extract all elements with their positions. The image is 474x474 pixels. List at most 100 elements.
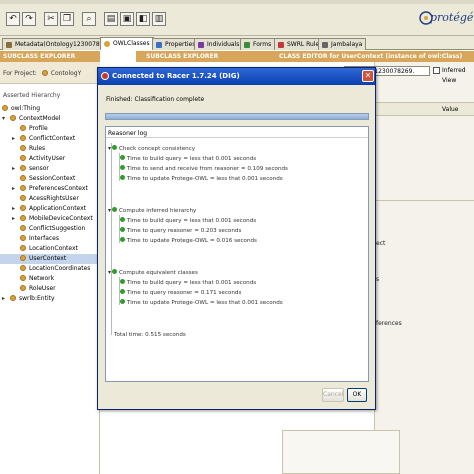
tree-node[interactable]: sensor — [20, 164, 49, 174]
tree-node[interactable]: PreferencesContext — [20, 184, 88, 194]
success-icon — [120, 175, 125, 180]
log-entry: Time to query reasoner = 0.171 seconds — [120, 288, 241, 298]
log-entry: ▾ Compute inferred hierarchy — [108, 206, 196, 216]
log-entry: Time to build query = less that 0.001 se… — [120, 154, 256, 164]
tree-node-label: Profile — [29, 125, 48, 132]
cancel-button[interactable]: Cancel — [322, 388, 344, 402]
cut-button[interactable]: ✂ — [44, 12, 58, 26]
expand-icon[interactable]: ▸ — [12, 215, 15, 222]
dialog-title-bar[interactable]: Connected to Racer 1.7.24 (DIG) ✕ — [98, 68, 375, 85]
tree-node-label: Network — [29, 275, 55, 282]
log-text: Compute inferred hierarchy — [119, 208, 197, 214]
tab-individuals[interactable]: Individuals — [194, 38, 244, 50]
class-icon — [20, 205, 26, 211]
tree-node[interactable]: owl:Thing — [2, 104, 40, 114]
tree-node-label: ContextModel — [19, 115, 61, 122]
tree-node[interactable]: Profile — [20, 124, 48, 134]
tab-owlclasses[interactable]: OWLClasses — [100, 37, 154, 50]
tree-node[interactable]: ConflictSuggestion — [20, 224, 85, 234]
tree-node-label: LocationContext — [29, 245, 78, 252]
reasoner-dialog: Connected to Racer 1.7.24 (DIG) ✕ Finish… — [97, 67, 376, 410]
tree-node[interactable]: swrlb:Entity — [10, 294, 55, 304]
expand-icon[interactable]: ▸ — [12, 135, 15, 142]
class-icon — [10, 115, 16, 121]
class-icon — [20, 245, 26, 251]
menu-strip — [0, 0, 474, 4]
tree-node-label: RoleUser — [29, 285, 56, 292]
expand-icon[interactable]: ▸ — [12, 185, 15, 192]
log-entry: Time to build query = less that 0.001 se… — [120, 216, 256, 226]
class-icon — [20, 195, 26, 201]
tree-node[interactable]: Network — [20, 274, 54, 284]
expand-icon[interactable]: ▸ — [12, 165, 15, 172]
check-consistency-button[interactable]: ◧ — [136, 12, 150, 26]
ok-button[interactable]: OK — [347, 388, 367, 402]
log-entry: Time to query reasoner = 0.203 seconds — [120, 226, 241, 236]
tree-node-label: MobileDeviceContext — [29, 215, 93, 222]
inferred-view-label: Inferred View — [442, 67, 466, 84]
racer-icon — [101, 72, 109, 80]
collapse-icon[interactable]: ▾ — [2, 115, 5, 122]
tree-node[interactable]: LocationContext — [20, 244, 78, 254]
success-icon — [120, 227, 125, 232]
tree-node[interactable]: SessionContext — [20, 174, 75, 184]
reasoner-button[interactable]: ▤ — [104, 12, 118, 26]
dialog-title: Connected to Racer 1.7.24 (DIG) — [112, 72, 240, 80]
class-icon — [20, 255, 26, 261]
class-icon — [2, 105, 8, 111]
class-icon — [20, 265, 26, 271]
expand-icon[interactable]: ▸ — [12, 205, 15, 212]
copy-button[interactable]: ❐ — [60, 12, 74, 26]
redo-button[interactable]: ↷ — [22, 12, 36, 26]
search-button[interactable]: ⌕ — [82, 12, 96, 26]
log-text: Time to build query = less that 0.001 se… — [127, 280, 257, 286]
classify-button[interactable]: ▣ — [120, 12, 134, 26]
log-text: Time to send and receive from reasoner =… — [127, 166, 288, 172]
tree-node[interactable]: Interfaces — [20, 234, 59, 244]
tab-properties[interactable]: Properties — [152, 38, 200, 50]
tree-node[interactable]: RoleUser — [20, 284, 56, 294]
tree-node[interactable]: ConflictContext — [20, 134, 75, 144]
tab-forms[interactable]: Forms — [240, 38, 276, 50]
tree-node[interactable]: ContextModel — [10, 114, 61, 124]
log-total: Total time: 0.515 seconds — [114, 330, 186, 340]
class-icon — [20, 225, 26, 231]
tree-node[interactable]: MobileDeviceContext — [20, 214, 93, 224]
log-text: Check concept consistency — [119, 146, 196, 152]
progress-fill — [106, 114, 368, 119]
tree-node[interactable]: Rules — [20, 144, 45, 154]
class-icon — [104, 41, 110, 47]
inferred-view-checkbox[interactable] — [433, 67, 440, 74]
tree-node[interactable]: AcessRightsUser — [20, 194, 79, 204]
log-entry: Time to update Protege-OWL = less that 0… — [120, 174, 283, 184]
success-icon — [120, 217, 125, 222]
hierarchy-label: Asserted Hierarchy — [3, 92, 61, 99]
logo-text: protégé — [430, 11, 474, 24]
undo-button[interactable]: ↶ — [6, 12, 20, 26]
expand-icon[interactable]: ▸ — [2, 295, 5, 302]
tab-label: Properties — [165, 41, 196, 48]
tree-node-label: ActivityUser — [29, 155, 66, 162]
main-toolbar: ↶ ↷ ✂ ❐ ⌕ ▤ ▣ ◧ ▥ protégé — [0, 0, 474, 36]
tab-jambalaya[interactable]: Jambalaya — [318, 38, 367, 50]
log-entry: ▾ Compute equivalent classes — [108, 268, 198, 278]
class-tree: owl:Thing ▾ ContextModel Profile ▸ Confl… — [0, 102, 100, 474]
tree-node-label: owl:Thing — [11, 105, 41, 112]
property-icon — [156, 42, 162, 48]
close-icon[interactable]: ✕ — [362, 70, 374, 82]
tree-node-selected[interactable]: UserContext — [0, 254, 100, 264]
editor-bottom-box — [282, 430, 400, 474]
project-row: For Project: ContologY — [0, 62, 100, 84]
project-prefix: For Project: — [3, 70, 37, 77]
tree-node[interactable]: ApplicationContext — [20, 204, 86, 214]
tree-node[interactable]: ActivityUser — [20, 154, 65, 164]
success-icon — [120, 289, 125, 294]
tree-node[interactable]: LocationCoordinates — [20, 264, 90, 274]
tree-node-label: sensor — [29, 165, 49, 172]
log-text: Time to build query = less that 0.001 se… — [127, 218, 257, 224]
form-icon — [244, 42, 250, 48]
class-icon — [20, 135, 26, 141]
log-title: Reasoner log — [108, 130, 148, 137]
collapse-icon: ▾ — [108, 145, 112, 152]
compute-button[interactable]: ▥ — [152, 12, 166, 26]
